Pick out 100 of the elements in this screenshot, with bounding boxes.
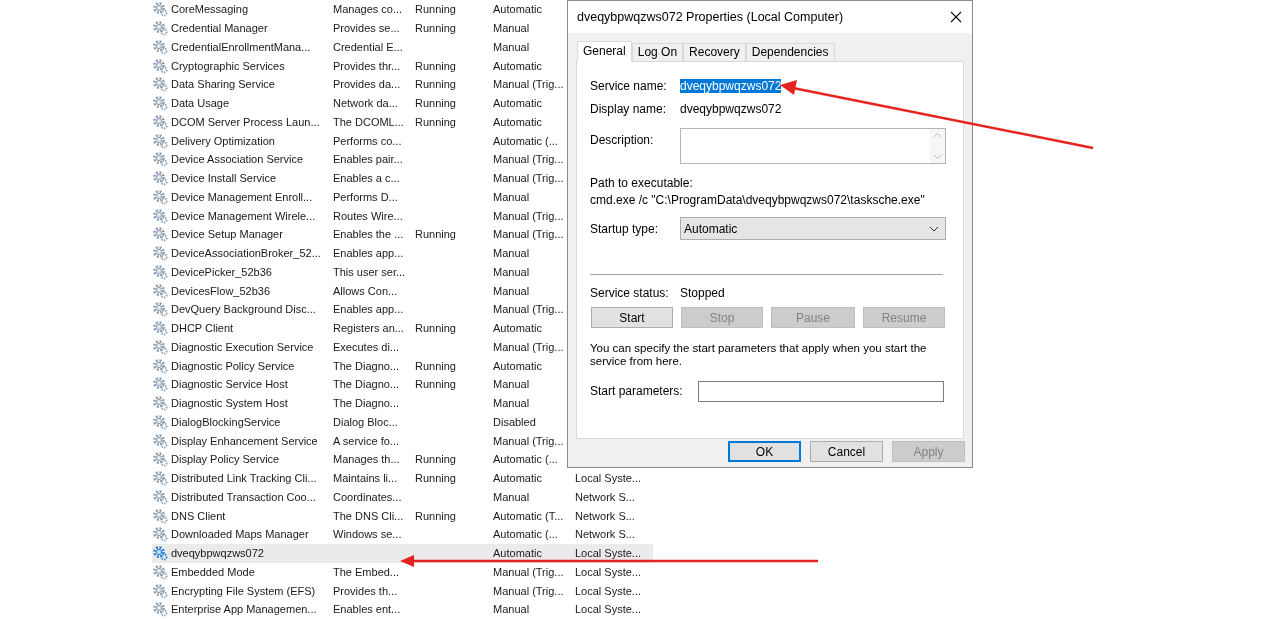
service-name: Device Install Service [171, 172, 277, 185]
service-description: Manages co... [333, 3, 403, 16]
startup-type: Automatic [493, 472, 542, 485]
startup-type: Automatic [493, 322, 542, 335]
path-value: cmd.exe /c "C:\ProgramData\dveqybpwqzws072\tasksche.exe" [590, 193, 926, 207]
service-description: A service fo... [333, 434, 400, 447]
startup-type: Manual [493, 190, 530, 203]
dialog-button[interactable]: Cancel [810, 441, 883, 462]
display-name-value: dveqybpwqzws072 [680, 101, 782, 116]
service-row[interactable]: Enterprise App Managemen... Enables ent... Manual Local Syste... [152, 600, 653, 619]
startup-type: Manual (Trig... [493, 228, 564, 241]
gear-icon [152, 376, 168, 393]
startup-type: Manual (Trig... [493, 434, 564, 447]
gear-icon [152, 57, 168, 74]
description-field[interactable] [680, 128, 946, 164]
service-description: Network da... [333, 97, 398, 110]
service-description: Performs D... [333, 190, 398, 203]
gear-icon [152, 601, 168, 618]
service-description: The Diagno... [333, 359, 400, 372]
service-description: The Embed... [333, 565, 400, 578]
service-name: DialogBlockingService [171, 415, 281, 428]
startup-type: Manual [493, 247, 530, 260]
service-name: Data Usage [171, 97, 230, 110]
start-parameters-field[interactable] [698, 380, 944, 402]
service-name: Enterprise App Managemen... [171, 603, 317, 616]
service-row[interactable]: Display Enhancement Service A service fo... Manual (Trig... [152, 431, 653, 450]
gear-icon [152, 132, 168, 149]
gear-icon [152, 451, 168, 468]
startup-type: Manual [493, 397, 530, 410]
startup-type: Manual [493, 490, 530, 503]
startup-type: Automatic [493, 3, 542, 16]
startup-type-select[interactable]: Automatic [680, 217, 946, 240]
service-name: Device Association Service [171, 153, 304, 166]
service-row[interactable]: Distributed Link Tracking Cli... Maintains li... Running Automatic Local Syste... [152, 468, 653, 488]
tab[interactable]: Log On [631, 43, 684, 61]
service-row[interactable]: Display Policy Service Manages th... Running Automatic (... [152, 450, 653, 469]
log-on-as: Local Syste... [575, 565, 642, 578]
service-row[interactable]: Encrypting File System (EFS) Provides th... Manual (Trig... Local Syste... [152, 581, 653, 600]
service-status: Running [415, 509, 456, 522]
service-description: Credential E... [333, 40, 403, 53]
service-description: Allows Con... [333, 284, 398, 297]
service-description: Enables the ... [333, 228, 404, 241]
service-row[interactable]: DialogBlockingService Dialog Bloc... Disabled [152, 412, 653, 432]
log-on-as: Local Syste... [575, 584, 642, 597]
tab[interactable]: Dependencies [745, 43, 835, 61]
gear-icon [152, 20, 168, 37]
service-row[interactable]: DNS Client The DNS Cli... Running Automatic (T... Network S... [152, 506, 653, 525]
startup-type: Manual (Trig... [493, 584, 564, 597]
service-row[interactable]: Device Association Service Enables pair... Manual (Trig... [152, 150, 653, 169]
startup-type: Automatic (... [493, 528, 558, 541]
tab[interactable]: General [577, 41, 632, 62]
service-row[interactable]: Embedded Mode The Embed... Manual (Trig... Local Syste... [152, 562, 653, 582]
service-status: Running [415, 359, 456, 372]
tab[interactable]: Recovery [683, 43, 746, 61]
service-status: Running [415, 228, 456, 241]
gear-icon [152, 545, 168, 562]
close-icon[interactable] [950, 11, 962, 23]
startup-type: Manual (Trig... [493, 78, 564, 91]
service-description: Enables app... [333, 303, 404, 316]
startup-type: Automatic [493, 97, 542, 110]
gear-icon [152, 470, 168, 487]
service-row[interactable]: DevicePicker_52b36 This user ser... Manual [152, 262, 653, 282]
service-description: Enables app... [333, 247, 404, 260]
service-description: Enables pair... [333, 153, 403, 166]
startup-type: Automatic [493, 59, 542, 72]
gear-icon [152, 188, 168, 205]
service-name: CredentialEnrollmentMana... [171, 40, 311, 53]
gear-icon [152, 563, 168, 580]
service-description: The Diagno... [333, 397, 400, 410]
service-row[interactable]: Distributed Transaction Coo... Coordinates... Manual Network S... [152, 487, 653, 507]
gear-icon [152, 320, 168, 337]
gear-icon [152, 301, 168, 318]
service-control-button[interactable]: Start [591, 307, 673, 328]
service-name: Data Sharing Service [171, 78, 275, 91]
service-description: Executes di... [333, 340, 400, 353]
service-row[interactable]: dveqybpwqzws072 Automatic Local Syste... [152, 543, 653, 563]
service-status: Running [415, 115, 456, 128]
startup-type: Automatic [493, 115, 542, 128]
field-label: Service name: [590, 78, 668, 93]
service-name-value: dveqybpwqzws072 [680, 78, 782, 93]
service-row[interactable]: Downloaded Maps Manager Windows se... Automatic (... Network S... [152, 525, 653, 544]
field-label: Display name: [590, 101, 668, 116]
service-name: Diagnostic Execution Service [171, 340, 314, 353]
service-name: Display Enhancement Service [171, 434, 318, 447]
log-on-as: Local Syste... [575, 603, 642, 616]
startup-type: Manual (Trig... [493, 172, 564, 185]
gear-icon [152, 338, 168, 355]
service-name: CoreMessaging [171, 3, 249, 16]
service-row[interactable]: DeviceAssociationBroker_52... Enables app... Manual [152, 243, 653, 263]
service-name: DevicesFlow_52b36 [171, 284, 271, 297]
log-on-as: Network S... [575, 528, 635, 541]
dialog-button[interactable]: OK [728, 441, 801, 462]
gear-icon [152, 526, 168, 543]
startup-type: Manual [493, 284, 530, 297]
startup-type: Manual [493, 265, 530, 278]
service-description: Windows se... [333, 528, 402, 541]
startup-type: Manual (Trig... [493, 153, 564, 166]
hint-text: You can specify the start parameters that apply when you start the service from here. [590, 342, 928, 368]
service-description: Dialog Bloc... [333, 415, 398, 428]
service-status: Running [415, 22, 456, 35]
